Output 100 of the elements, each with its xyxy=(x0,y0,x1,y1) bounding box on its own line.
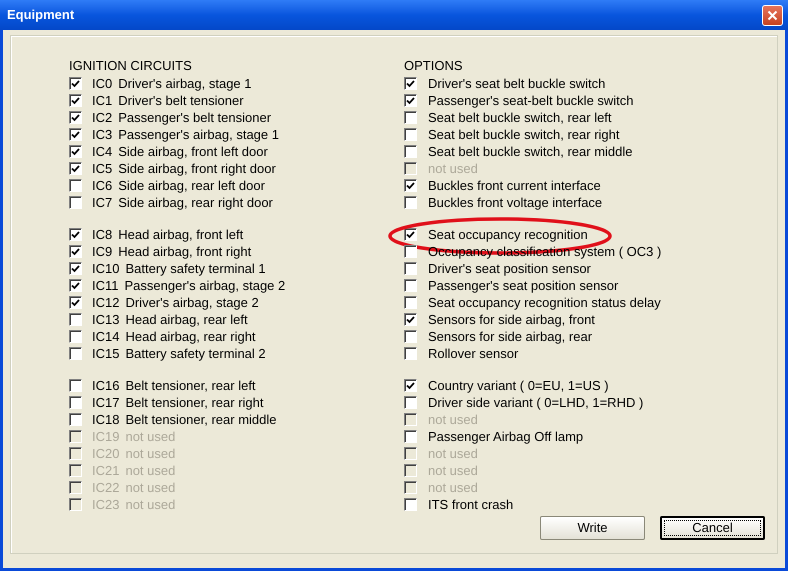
checkbox-label: Driver's airbag, stage 2 xyxy=(125,294,259,312)
circuit-code: IC4 xyxy=(92,142,112,161)
circuit-code: IC16 xyxy=(92,376,120,395)
circuit-code: IC10 xyxy=(92,260,120,278)
checkbox-label: not used xyxy=(125,444,176,463)
checkbox[interactable] xyxy=(404,94,417,107)
checkbox-label: Sensors for side airbag, front xyxy=(428,310,595,329)
checkbox[interactable] xyxy=(69,347,82,360)
checkbox[interactable] xyxy=(404,77,417,90)
checkbox[interactable] xyxy=(69,262,82,275)
checkbox-label: Country variant ( 0=EU, 1=US ) xyxy=(428,376,609,395)
checkbox[interactable] xyxy=(69,111,82,124)
checkbox[interactable] xyxy=(404,430,417,443)
checkbox-label: Passenger's belt tensioner xyxy=(118,108,272,127)
checkbox-label: Battery safety terminal 1 xyxy=(125,260,266,278)
checkbox[interactable] xyxy=(69,245,82,258)
checkbox[interactable] xyxy=(404,262,417,275)
close-icon xyxy=(767,10,778,20)
checkbox[interactable] xyxy=(404,245,417,258)
checkbox-label: Head airbag, rear left xyxy=(125,310,248,329)
window-title: Equipment xyxy=(7,6,74,24)
checkbox-label: Head airbag, rear right xyxy=(125,328,256,346)
circuit-code: IC0 xyxy=(92,74,112,93)
checkbox-label: Sensors for side airbag, rear xyxy=(428,328,592,346)
checkbox[interactable] xyxy=(404,330,417,343)
checkbox[interactable] xyxy=(69,128,82,141)
circuit-code: IC20 xyxy=(92,444,120,463)
circuit-code: IC15 xyxy=(92,344,120,363)
circuit-code: IC14 xyxy=(92,328,120,346)
checkbox-label: Side airbag, rear right door xyxy=(118,194,273,212)
checkbox-label: not used xyxy=(428,462,478,480)
checkbox-label: not used xyxy=(125,462,176,480)
checkbox-label: not used xyxy=(428,444,478,463)
checkbox-label: not used xyxy=(428,410,478,429)
circuit-code: IC3 xyxy=(92,126,112,144)
circuit-code: IC13 xyxy=(92,310,120,329)
checkbox-label: Seat occupancy recognition status delay xyxy=(428,294,661,312)
checkbox[interactable] xyxy=(404,179,417,192)
checkbox-label: Passenger's airbag, stage 1 xyxy=(118,126,279,144)
checkbox-label: Side airbag, front left door xyxy=(118,142,268,161)
checkbox-label: Driver's seat position sensor xyxy=(428,260,591,278)
circuit-code: IC1 xyxy=(92,92,112,110)
close-button[interactable] xyxy=(762,4,783,26)
checkbox[interactable] xyxy=(69,162,82,175)
checkbox-label: Belt tensioner, rear middle xyxy=(125,410,276,429)
checkbox[interactable] xyxy=(69,228,82,241)
checkbox-label: Belt tensioner, rear left xyxy=(125,376,256,395)
checkbox-label: not used xyxy=(125,478,176,497)
checkbox-label: Side airbag, rear left door xyxy=(118,176,265,195)
checkbox[interactable] xyxy=(69,396,82,409)
checkbox[interactable] xyxy=(404,145,417,158)
checkbox[interactable] xyxy=(69,94,82,107)
checkbox[interactable] xyxy=(404,498,417,511)
checkbox-label: Seat belt buckle switch, rear left xyxy=(428,108,612,127)
checkbox-label: Head airbag, front left xyxy=(118,226,244,244)
checkbox-label: ITS front crash xyxy=(428,496,514,514)
checkbox-label: Belt tensioner, rear right xyxy=(125,394,264,412)
section-heading: IGNITION CIRCUITS xyxy=(69,57,193,73)
checkbox-label: Driver's belt tensioner xyxy=(118,92,244,110)
checkbox[interactable] xyxy=(404,111,417,124)
checkbox[interactable] xyxy=(69,77,82,90)
checkbox-label: Battery safety terminal 2 xyxy=(125,344,266,363)
circuit-code: IC7 xyxy=(92,194,112,212)
checkbox-label: Passenger's seat-belt buckle switch xyxy=(428,92,634,110)
checkbox-label: Seat belt buckle switch, rear middle xyxy=(428,142,632,161)
checkbox[interactable] xyxy=(69,379,82,392)
checkbox-label: Driver's airbag, stage 1 xyxy=(118,74,252,93)
checkbox[interactable] xyxy=(69,279,82,292)
checkbox[interactable] xyxy=(404,228,417,241)
checkbox[interactable] xyxy=(404,347,417,360)
checkbox[interactable] xyxy=(404,396,417,409)
circuit-code: IC6 xyxy=(92,176,112,195)
checkbox[interactable] xyxy=(69,413,82,426)
checkbox[interactable] xyxy=(69,145,82,158)
section-heading: OPTIONS xyxy=(404,57,464,73)
checkbox-label: not used xyxy=(428,160,478,178)
checkmark-icon xyxy=(406,316,415,324)
dialog-button[interactable]: Cancel xyxy=(660,516,765,540)
checkbox-label: Passenger's airbag, stage 2 xyxy=(124,276,286,295)
checkbox[interactable] xyxy=(404,279,417,292)
checkbox[interactable] xyxy=(69,296,82,309)
circuit-code: IC18 xyxy=(92,410,120,429)
dialog-button[interactable]: Write xyxy=(540,516,645,540)
checkbox[interactable] xyxy=(69,313,82,326)
checkbox[interactable] xyxy=(404,379,417,392)
checkbox[interactable] xyxy=(404,196,417,209)
checkbox[interactable] xyxy=(404,296,417,309)
checkbox-label: Driver side variant ( 0=LHD, 1=RHD ) xyxy=(428,394,644,412)
circuit-code: IC12 xyxy=(92,294,120,312)
checkbox-label: not used xyxy=(125,496,176,514)
checkbox[interactable] xyxy=(404,313,417,326)
circuit-code: IC9 xyxy=(92,242,112,261)
checkbox[interactable] xyxy=(404,128,417,141)
checkbox-label: Head airbag, front right xyxy=(118,242,252,261)
checkbox-label: Passenger's seat position sensor xyxy=(428,276,618,295)
checkbox[interactable] xyxy=(69,179,82,192)
checkmark-icon xyxy=(406,382,415,390)
checkbox[interactable] xyxy=(69,330,82,343)
circuit-code: IC8 xyxy=(92,226,112,244)
checkbox[interactable] xyxy=(69,196,82,209)
